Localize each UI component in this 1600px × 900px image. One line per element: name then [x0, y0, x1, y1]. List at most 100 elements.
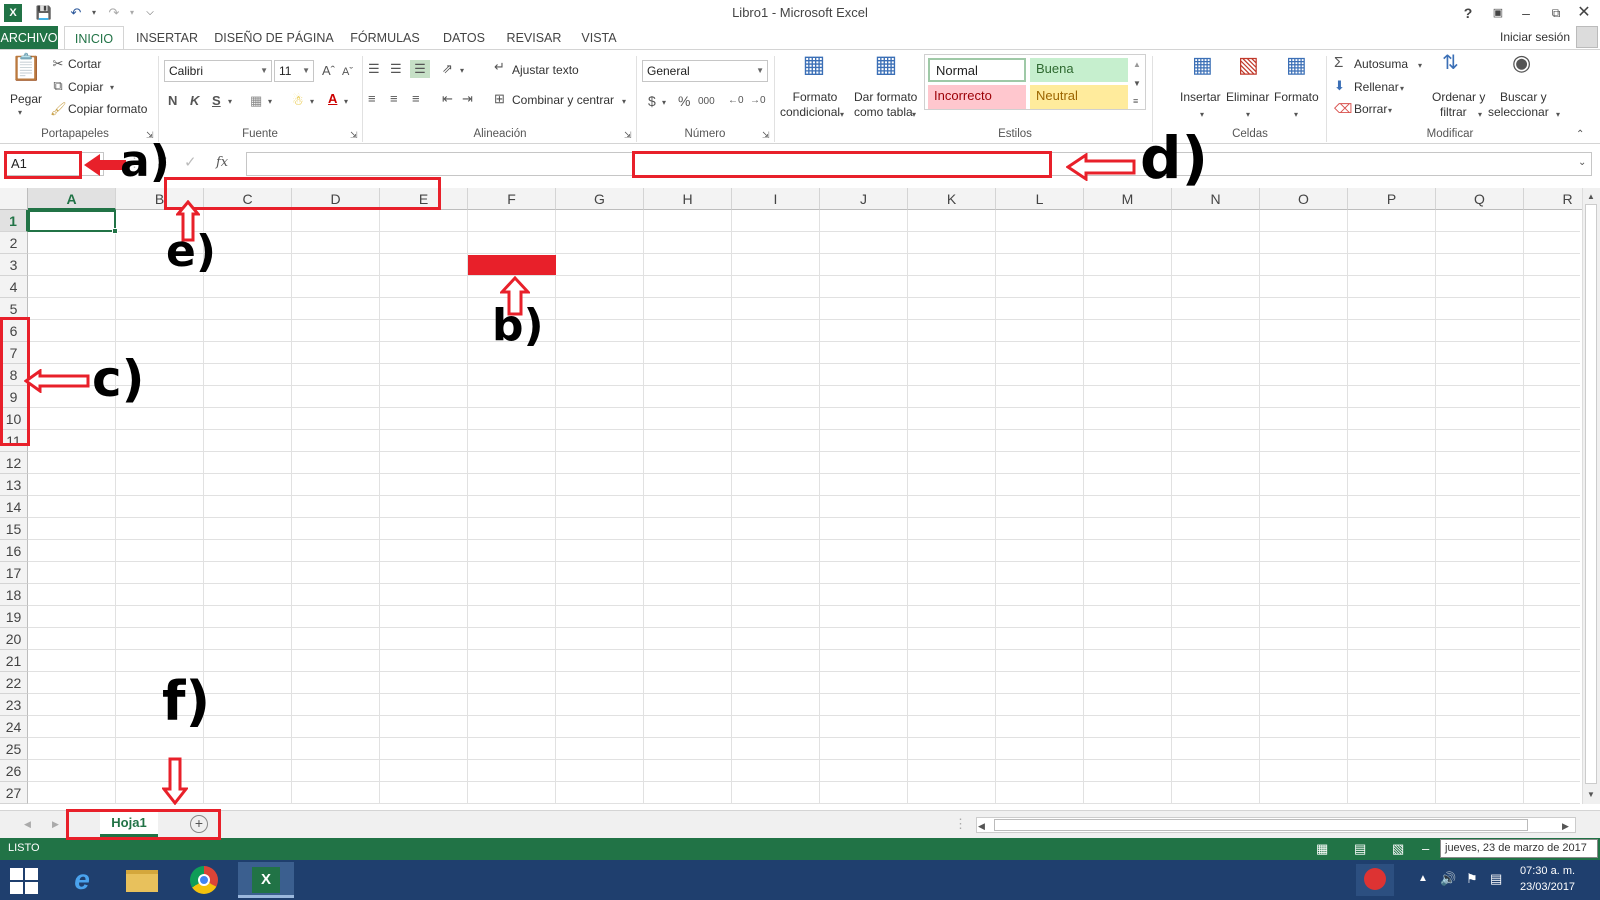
- page-break-view-icon[interactable]: ▧: [1392, 840, 1404, 858]
- column-header[interactable]: J: [820, 188, 908, 210]
- grow-font-icon[interactable]: Aˆ: [322, 62, 335, 80]
- scroll-left-icon[interactable]: ◀: [978, 817, 985, 835]
- security-tray-icon[interactable]: [1356, 864, 1394, 896]
- sort-filter-label-1[interactable]: Ordenar y: [1432, 90, 1485, 104]
- column-header[interactable]: O: [1260, 188, 1348, 210]
- copy-button[interactable]: Copiar: [68, 80, 103, 94]
- decrease-decimal-icon[interactable]: →0: [750, 92, 766, 110]
- active-cell-a1[interactable]: [28, 210, 116, 232]
- copy-dropdown-icon[interactable]: ▾: [110, 79, 114, 97]
- column-header[interactable]: G: [556, 188, 644, 210]
- bold-button[interactable]: N: [168, 92, 177, 110]
- fill-button[interactable]: Rellenar: [1354, 80, 1399, 94]
- delete-dropdown-icon[interactable]: ▾: [1246, 106, 1250, 124]
- row-header[interactable]: 25: [0, 738, 28, 760]
- borders-dropdown-icon[interactable]: ▾: [268, 93, 272, 111]
- row-header[interactable]: 27: [0, 782, 28, 804]
- scroll-right-icon[interactable]: ▶: [1562, 817, 1569, 835]
- sign-in-link[interactable]: Iniciar sesión: [1500, 30, 1570, 44]
- column-header[interactable]: H: [644, 188, 732, 210]
- column-header[interactable]: I: [732, 188, 820, 210]
- row-header[interactable]: 19: [0, 606, 28, 628]
- align-middle-icon[interactable]: ☰: [390, 60, 402, 78]
- number-launcher-icon[interactable]: ⇲: [762, 126, 770, 144]
- clear-button[interactable]: Borrar: [1354, 102, 1387, 116]
- sort-filter-label-2[interactable]: filtrar: [1440, 105, 1467, 119]
- avatar[interactable]: [1576, 26, 1598, 48]
- row-header[interactable]: 2: [0, 232, 28, 254]
- enter-icon[interactable]: ✓: [184, 154, 197, 172]
- tab-page-layout[interactable]: DISEÑO DE PÁGINA: [212, 26, 336, 50]
- orientation-dropdown-icon[interactable]: ▾: [460, 62, 464, 80]
- font-name-select[interactable]: Calibri ▼: [164, 60, 272, 82]
- merge-dropdown-icon[interactable]: ▾: [622, 93, 626, 111]
- percent-button[interactable]: %: [678, 92, 690, 110]
- underline-button[interactable]: S: [212, 92, 221, 110]
- zoom-out-icon[interactable]: –: [1422, 840, 1429, 858]
- font-launcher-icon[interactable]: ⇲: [350, 126, 358, 144]
- font-color-icon[interactable]: A: [328, 90, 337, 108]
- tab-insert[interactable]: INSERTAR: [132, 26, 202, 50]
- select-all-button[interactable]: [0, 188, 28, 210]
- tab-view[interactable]: VISTA: [574, 26, 624, 50]
- currency-button[interactable]: $: [648, 92, 656, 110]
- column-header[interactable]: Q: [1436, 188, 1524, 210]
- taskbar-time[interactable]: 07:30 a. m.: [1520, 865, 1575, 877]
- decrease-indent-icon[interactable]: ⇤: [442, 90, 453, 108]
- row-header[interactable]: 3: [0, 254, 28, 276]
- column-header[interactable]: F: [468, 188, 556, 210]
- alignment-launcher-icon[interactable]: ⇲: [624, 126, 632, 144]
- tab-file[interactable]: ARCHIVO: [0, 26, 58, 50]
- network-icon[interactable]: ▤: [1490, 870, 1502, 888]
- fill-handle[interactable]: [112, 228, 118, 234]
- paste-dropdown-icon[interactable]: ▾: [18, 104, 22, 122]
- row-header[interactable]: 23: [0, 694, 28, 716]
- close-button[interactable]: ✕: [1572, 3, 1596, 23]
- autosum-dropdown-icon[interactable]: ▾: [1418, 57, 1422, 75]
- increase-indent-icon[interactable]: ⇥: [462, 90, 473, 108]
- thousands-button[interactable]: 000: [698, 93, 715, 111]
- volume-icon[interactable]: 🔊: [1440, 870, 1456, 888]
- windows-start-icon[interactable]: [10, 868, 38, 894]
- row-header[interactable]: 20: [0, 628, 28, 650]
- align-right-icon[interactable]: ≡: [412, 90, 420, 108]
- format-as-table-label-2[interactable]: como tabla: [854, 105, 913, 119]
- taskbar-date[interactable]: 23/03/2017: [1520, 881, 1575, 893]
- row-header[interactable]: 13: [0, 474, 28, 496]
- conditional-format-label-1[interactable]: Formato: [790, 90, 840, 104]
- collapse-ribbon-icon[interactable]: ⌃: [1576, 126, 1584, 144]
- delete-cells-button[interactable]: Eliminar: [1226, 90, 1269, 104]
- font-color-dropdown-icon[interactable]: ▾: [344, 93, 348, 111]
- cut-button[interactable]: Cortar: [68, 57, 101, 71]
- fill-color-dropdown-icon[interactable]: ▾: [310, 93, 314, 111]
- insert-dropdown-icon[interactable]: ▾: [1200, 106, 1204, 124]
- merge-center-button[interactable]: Combinar y centrar: [512, 93, 614, 107]
- font-size-select[interactable]: 11 ▼: [274, 60, 314, 82]
- align-left-icon[interactable]: ≡: [368, 90, 376, 108]
- cells-area[interactable]: [28, 210, 1580, 804]
- row-header[interactable]: 12: [0, 452, 28, 474]
- column-header[interactable]: L: [996, 188, 1084, 210]
- conditional-format-label-2[interactable]: condicional: [780, 105, 840, 119]
- fill-color-icon[interactable]: ☃: [292, 92, 304, 110]
- expand-formula-bar-icon[interactable]: ⌄: [1578, 154, 1586, 172]
- horizontal-scroll-thumb[interactable]: [994, 819, 1528, 831]
- internet-explorer-icon[interactable]: e: [62, 864, 102, 896]
- paste-icon[interactable]: 📋: [10, 54, 42, 90]
- restore-button[interactable]: ⧉: [1544, 3, 1568, 23]
- gallery-scroll-up-icon[interactable]: ▲: [1133, 56, 1141, 74]
- gallery-scroll-down-icon[interactable]: ▼: [1133, 75, 1141, 93]
- chrome-icon[interactable]: [190, 866, 218, 894]
- clear-dropdown-icon[interactable]: ▾: [1388, 102, 1392, 120]
- insert-function-button[interactable]: fx: [216, 154, 228, 172]
- vertical-scroll-thumb[interactable]: [1585, 204, 1597, 784]
- style-good[interactable]: Buena: [1030, 58, 1128, 82]
- shrink-font-icon[interactable]: Aˇ: [342, 63, 353, 81]
- conditional-format-dropdown-icon[interactable]: ▾: [840, 106, 844, 124]
- format-painter-button[interactable]: Copiar formato: [68, 102, 147, 116]
- column-header[interactable]: K: [908, 188, 996, 210]
- style-neutral[interactable]: Neutral: [1030, 85, 1128, 109]
- autosum-button[interactable]: Autosuma: [1354, 57, 1408, 71]
- minimize-button[interactable]: –: [1514, 3, 1538, 23]
- orientation-icon[interactable]: ⇗: [442, 60, 453, 78]
